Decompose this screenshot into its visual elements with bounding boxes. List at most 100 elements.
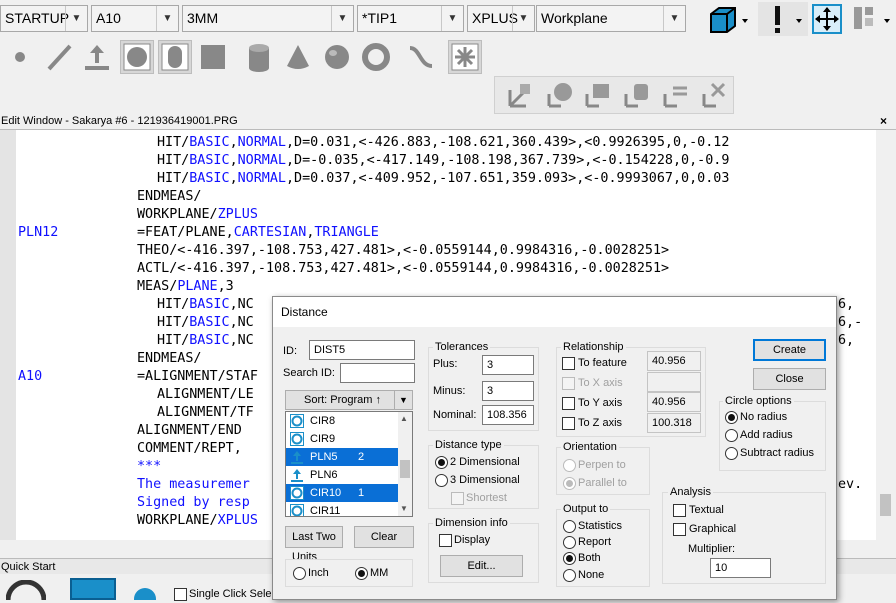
tip-combo[interactable]: *TIP1 ▼ (357, 5, 464, 32)
probe-mode-button[interactable] (758, 2, 808, 36)
id-input[interactable]: DIST5 (309, 340, 415, 360)
no-radius-radio[interactable] (725, 411, 738, 424)
feature-list-item[interactable]: CIR9 (286, 430, 398, 448)
two-dimensional-radio[interactable] (435, 456, 448, 469)
edit-button[interactable]: Edit... (440, 555, 523, 577)
chevron-down-icon[interactable]: ▼ (400, 504, 408, 513)
code-line-tail: 6, (838, 297, 855, 312)
three-dimensional-label: 3 Dimensional (450, 474, 520, 486)
construct-cylinder-button[interactable] (620, 78, 654, 112)
list-scrollbar[interactable]: ▲ ▼ (398, 412, 412, 516)
feature-list-item[interactable]: CIR10 1 (286, 484, 398, 502)
report-radio[interactable] (563, 536, 576, 549)
plus-input[interactable]: 3 (482, 355, 534, 375)
units-inch-radio[interactable] (293, 567, 306, 580)
perpen-to-radio[interactable] (563, 459, 576, 472)
code-token: NORMAL (237, 153, 286, 168)
single-click-select-checkbox[interactable] (174, 588, 187, 601)
circle-feature-button[interactable] (120, 40, 154, 74)
to-y-axis-checkbox[interactable] (562, 397, 575, 410)
chevron-up-icon[interactable]: ▲ (400, 414, 408, 423)
sphere-feature-button[interactable] (320, 40, 354, 74)
shortest-checkbox[interactable] (451, 492, 464, 505)
plane-feature-button[interactable] (80, 40, 114, 74)
minus-input[interactable]: 3 (482, 381, 534, 401)
startup-combo[interactable]: STARTUP ▼ (0, 5, 88, 32)
feature-list[interactable]: CIR8 CIR9 PLN5 2 PLN6 CIR10 1 CIR11 ▲ ▼ (285, 411, 413, 517)
move-button[interactable] (810, 2, 844, 36)
curve-feature-button[interactable] (404, 40, 438, 74)
both-label: Both (578, 552, 601, 564)
to-x-axis-checkbox[interactable] (562, 377, 575, 390)
output-to-title: Output to (561, 503, 611, 515)
probe-combo[interactable]: 3MM ▼ (182, 5, 354, 32)
search-id-input[interactable] (340, 363, 415, 383)
to-z-axis-checkbox[interactable] (562, 417, 575, 430)
code-token: CARTESIAN (233, 225, 307, 240)
workplane-combo[interactable]: Workplane ▼ (536, 5, 686, 32)
last-two-button[interactable]: Last Two (285, 526, 343, 548)
clear-button[interactable]: Clear (354, 526, 414, 548)
code-token: ACTL/<-416.397,-108.753,427.481>,<-0.055… (137, 261, 670, 276)
ring-feature-button[interactable] (359, 40, 393, 74)
textual-checkbox[interactable] (673, 504, 686, 517)
display-checkbox[interactable] (439, 534, 452, 547)
line-feature-button[interactable] (42, 40, 76, 74)
both-radio[interactable] (563, 552, 576, 565)
quick-start-icon[interactable] (70, 578, 116, 600)
multiplier-input[interactable]: 10 (710, 558, 771, 578)
construct-point-button[interactable] (504, 78, 538, 112)
cylinder-feature-button[interactable] (242, 40, 276, 74)
statistics-radio[interactable] (563, 520, 576, 533)
nominal-input[interactable]: 108.356 (482, 405, 534, 425)
code-line: HIT/BASIC,NORMAL,D=0.031,<-426.883,-108.… (157, 134, 729, 152)
close-icon[interactable]: × (880, 114, 887, 129)
units-mm-radio[interactable] (355, 567, 368, 580)
list-scrollbar-thumb[interactable] (400, 460, 410, 478)
point-feature-button[interactable] (3, 40, 37, 74)
feature-list-item[interactable]: CIR11 (286, 502, 398, 516)
construct-plane-button[interactable] (581, 78, 615, 112)
construct-set-button[interactable] (698, 78, 732, 112)
slot-feature-button[interactable] (158, 40, 192, 74)
display-label: Display (454, 534, 491, 546)
code-line: =ALIGNMENT/STAF (137, 368, 258, 386)
graphical-checkbox[interactable] (673, 523, 686, 536)
none-radio[interactable] (563, 569, 576, 582)
code-token: HIT/ (157, 135, 190, 150)
code-line: HIT/BASIC,NC (157, 314, 254, 332)
circle-feature-icon (290, 486, 304, 500)
code-line: HIT/BASIC,NORMAL,D=-0.035,<-417.149,-108… (157, 152, 729, 170)
alignment-combo[interactable]: A10 ▼ (91, 5, 179, 32)
close-button[interactable]: Close (753, 368, 826, 390)
units-mm-label: MM (370, 567, 389, 579)
construct-circle-button[interactable] (543, 78, 577, 112)
graphical-label: Graphical (689, 523, 737, 535)
code-token: , (229, 153, 238, 168)
code-token: TRIANGLE (314, 225, 379, 240)
sort-dropdown[interactable]: Sort: Program ↑ ▼ (285, 390, 413, 410)
view-cube-button[interactable] (702, 2, 752, 36)
parallel-to-radio[interactable] (563, 477, 576, 490)
feature-list-item[interactable]: PLN6 (286, 466, 398, 484)
vertical-scrollbar[interactable] (876, 130, 896, 540)
three-dimensional-radio[interactable] (435, 474, 448, 487)
scrollbar-thumb[interactable] (880, 494, 891, 516)
create-button[interactable]: Create (753, 339, 826, 361)
cone-feature-button[interactable] (281, 40, 315, 74)
feature-list-item[interactable]: PLN5 2 (286, 448, 398, 466)
add-radius-radio[interactable] (725, 429, 738, 442)
subtract-radius-radio[interactable] (725, 447, 738, 460)
code-line: WORKPLANE/ZPLUS (137, 206, 258, 224)
square-icon (201, 45, 225, 69)
set-feature-button[interactable] (448, 40, 482, 74)
code-token: , (229, 135, 238, 150)
direction-combo[interactable]: XPLUS ▼ (467, 5, 535, 32)
construct-line-button[interactable] (659, 78, 693, 112)
layout-button[interactable] (848, 2, 896, 36)
no-radius-label: No radius (740, 411, 788, 423)
code-line: THEO/<-416.397,-108.753,427.481>,<-0.055… (137, 242, 669, 260)
feature-list-item[interactable]: CIR8 (286, 412, 398, 430)
square-feature-button[interactable] (196, 40, 230, 74)
to-feature-checkbox[interactable] (562, 357, 575, 370)
